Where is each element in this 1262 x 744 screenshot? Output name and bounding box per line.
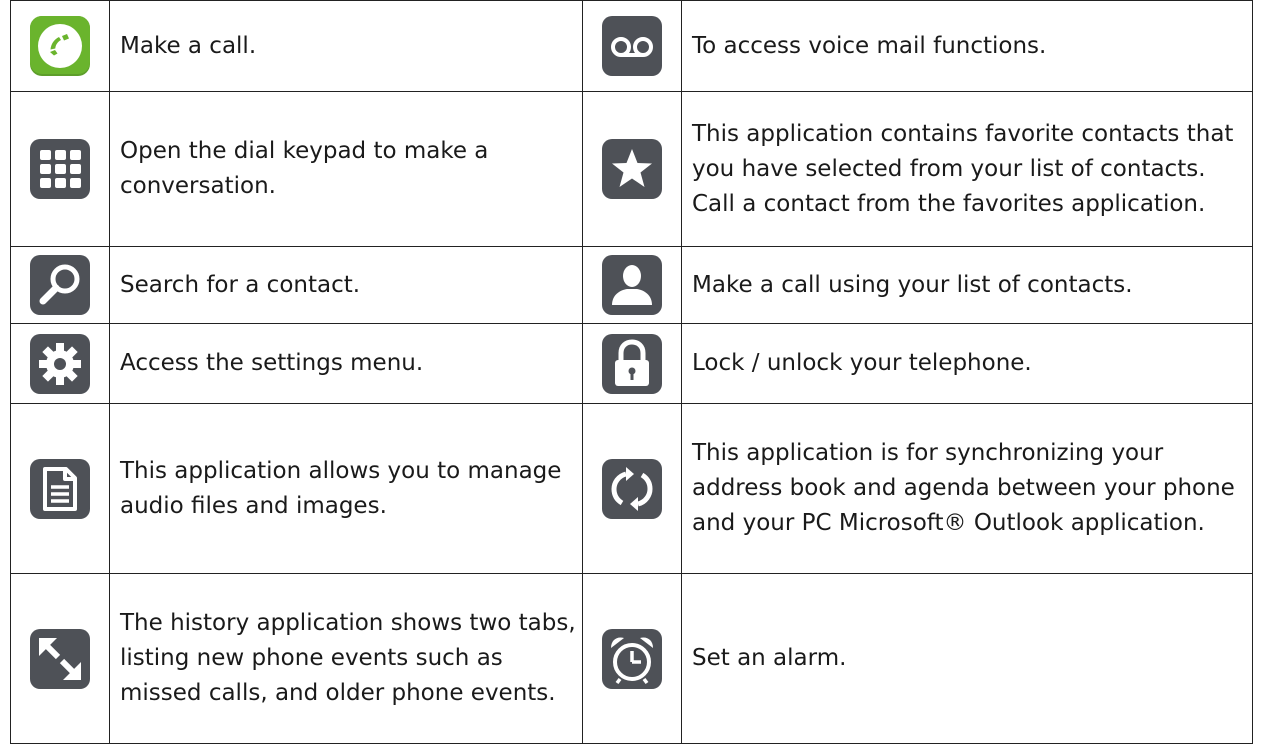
description-cell: To access voice mail functions. <box>681 0 1253 92</box>
description-cell: The history application shows two tabs, … <box>109 573 583 744</box>
alarm-clock-icon <box>600 627 664 691</box>
table-row: The history application shows two tabs, … <box>10 573 1253 744</box>
document-icon <box>28 457 92 521</box>
feature-table: Make a call. To access voice mail functi… <box>10 0 1253 744</box>
description-cell: Lock / unlock your telephone. <box>681 323 1253 404</box>
history-arrows-icon <box>28 627 92 691</box>
table-row: Access the settings menu. Lock / unlock … <box>10 323 1253 404</box>
description-cell: This application is for synchronizing yo… <box>681 403 1253 574</box>
description-cell: Set an alarm. <box>681 573 1253 744</box>
description-cell: Search for a contact. <box>109 246 583 324</box>
description-cell: Open the dial keypad to make a conversat… <box>109 91 583 247</box>
table-row: Make a call. To access voice mail functi… <box>10 0 1253 92</box>
search-icon <box>28 253 92 317</box>
table-row: Search for a contact. Make a call using … <box>10 246 1253 324</box>
description-cell: Access the settings menu. <box>109 323 583 404</box>
description-cell: This application allows you to manage au… <box>109 403 583 574</box>
description-cell: This application contains favorite conta… <box>681 91 1253 247</box>
voicemail-icon <box>600 14 664 78</box>
table-row: This application allows you to manage au… <box>10 403 1253 574</box>
description-cell: Make a call. <box>109 0 583 92</box>
sync-icon <box>600 457 664 521</box>
star-icon <box>600 137 664 201</box>
call-icon <box>28 14 92 78</box>
table-row: Open the dial keypad to make a conversat… <box>10 91 1253 247</box>
description-cell: Make a call using your list of contacts. <box>681 246 1253 324</box>
contact-icon <box>600 253 664 317</box>
lock-icon <box>600 332 664 396</box>
gear-icon <box>28 332 92 396</box>
keypad-icon <box>28 137 92 201</box>
